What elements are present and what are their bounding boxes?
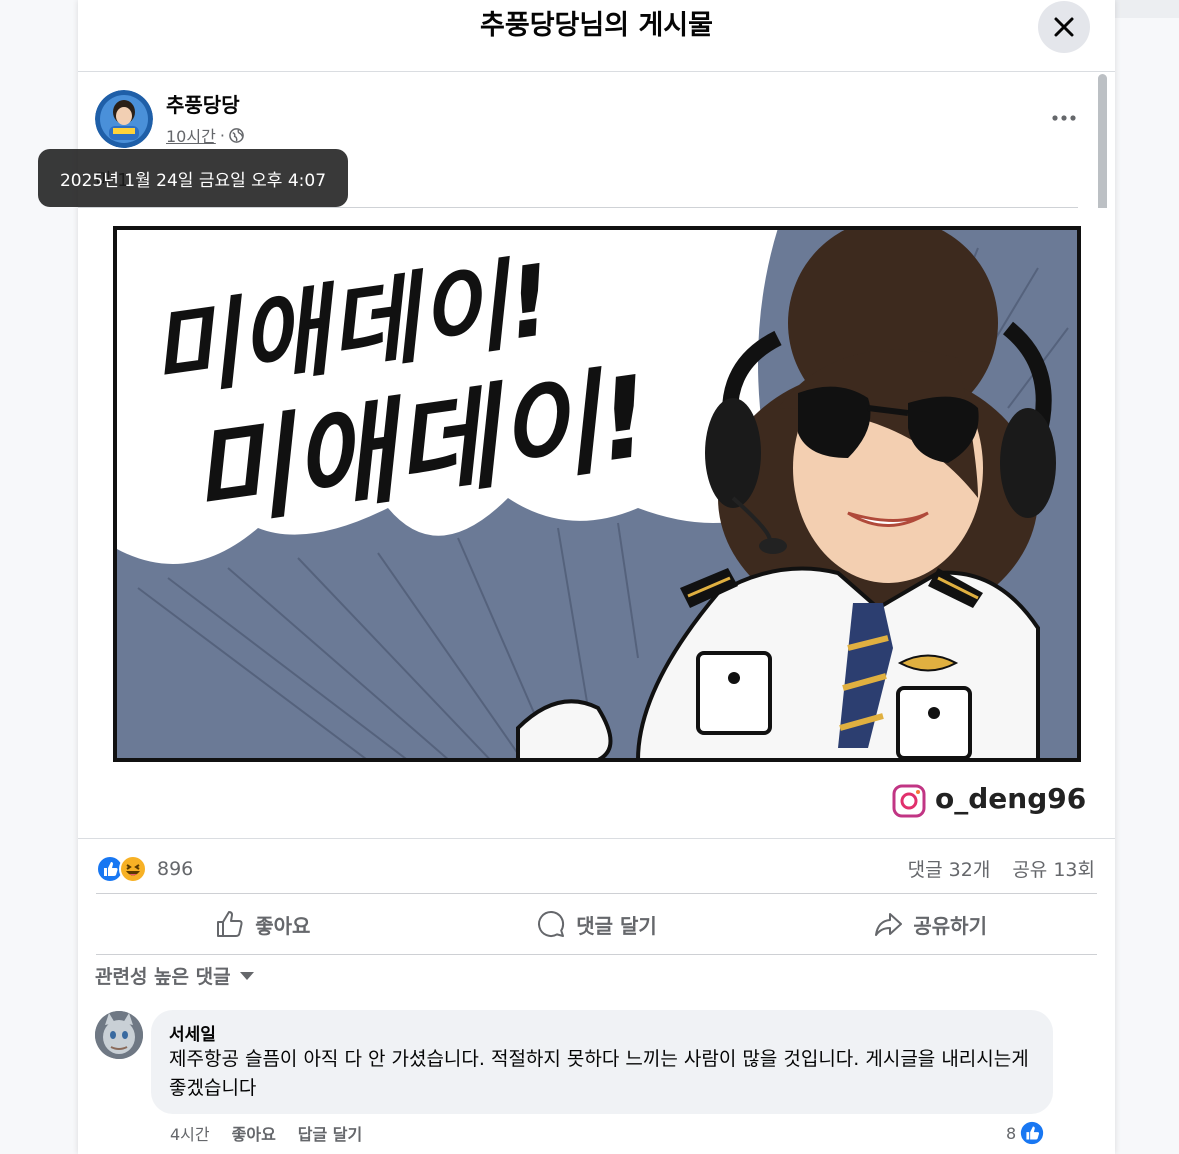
comment-text: 제주항공 슬픔이 아직 다 안 가셨습니다. 적절하지 못하다 느끼는 사람이 … <box>169 1048 1029 1099</box>
post-stats: 댓글 32개 공유 13회 <box>908 855 1095 882</box>
caret-down-icon <box>239 971 254 980</box>
close-button[interactable] <box>1038 1 1090 53</box>
backdrop-right <box>1115 0 1179 1154</box>
comment-reply-button[interactable]: 답글 달기 <box>298 1121 362 1145</box>
like-label: 좋아요 <box>255 913 311 938</box>
post-dialog: 추풍당당님의 게시물 추풍당당 10시간 · 미애데이! 미애데이! o_den… <box>38 0 1115 1154</box>
timestamp-tooltip: 2025년 1월 24일 금요일 오후 4:07 <box>38 149 348 207</box>
post-image[interactable]: 미애데이! 미애데이! o_deng96 <box>78 208 1115 838</box>
share-icon <box>875 913 903 936</box>
comment-count[interactable]: 댓글 32개 <box>908 855 991 882</box>
dialog-title: 추풍당당님의 게시물 <box>480 10 713 41</box>
share-count[interactable]: 공유 13회 <box>1012 855 1095 882</box>
author-name[interactable]: 추풍당당 <box>166 89 240 118</box>
thumbs-up-icon <box>217 911 243 937</box>
commenter-avatar[interactable] <box>95 1011 143 1059</box>
dialog-header: 추풍당당님의 게시물 <box>78 0 1115 72</box>
comment-sort-dropdown[interactable]: 관련성 높은 댓글 <box>95 962 255 989</box>
comment-icon <box>538 910 565 937</box>
comment-time[interactable]: 4시간 <box>170 1121 210 1145</box>
comment-bubble: 서세일 제주항공 슬픔이 아직 다 안 가셨습니다. 적절하지 못하다 느끼는 … <box>151 1010 1053 1114</box>
comment-button[interactable]: 댓글 달기 <box>430 896 764 952</box>
post-time[interactable]: 10시간 <box>166 123 216 147</box>
action-bar: 좋아요 댓글 달기 공유하기 <box>96 896 1097 952</box>
globe-icon <box>229 127 244 143</box>
more-icon <box>1052 115 1076 121</box>
reaction-summary[interactable]: 896 <box>96 854 193 884</box>
commenter-name[interactable]: 서세일 <box>169 1020 216 1045</box>
comment-reaction-count[interactable]: 8 <box>1006 1120 1046 1146</box>
backdrop-right-top <box>1115 0 1179 18</box>
watermark-handle: o_deng96 <box>935 782 1086 815</box>
instagram-icon <box>892 784 926 818</box>
post-meta: 10시간 · <box>166 123 244 147</box>
comment-label: 댓글 달기 <box>576 913 657 938</box>
haha-icon <box>119 855 147 883</box>
more-options-button[interactable] <box>1044 100 1084 136</box>
author-avatar[interactable] <box>95 90 153 148</box>
divider <box>96 954 1097 955</box>
comment-actions: 4시간 좋아요 답글 달기 <box>170 1121 362 1145</box>
divider <box>96 893 1097 894</box>
share-label: 공유하기 <box>913 913 987 938</box>
divider <box>78 838 1115 839</box>
meta-separator: · <box>219 125 225 145</box>
like-icon <box>1019 1120 1046 1146</box>
comment-like-count: 8 <box>1006 1123 1017 1143</box>
comment-like-button[interactable]: 좋아요 <box>232 1121 276 1145</box>
sort-label: 관련성 높은 댓글 <box>95 966 231 988</box>
reaction-count: 896 <box>157 858 194 880</box>
share-button[interactable]: 공유하기 <box>763 896 1097 952</box>
like-button[interactable]: 좋아요 <box>96 896 430 952</box>
close-icon <box>1054 17 1074 37</box>
